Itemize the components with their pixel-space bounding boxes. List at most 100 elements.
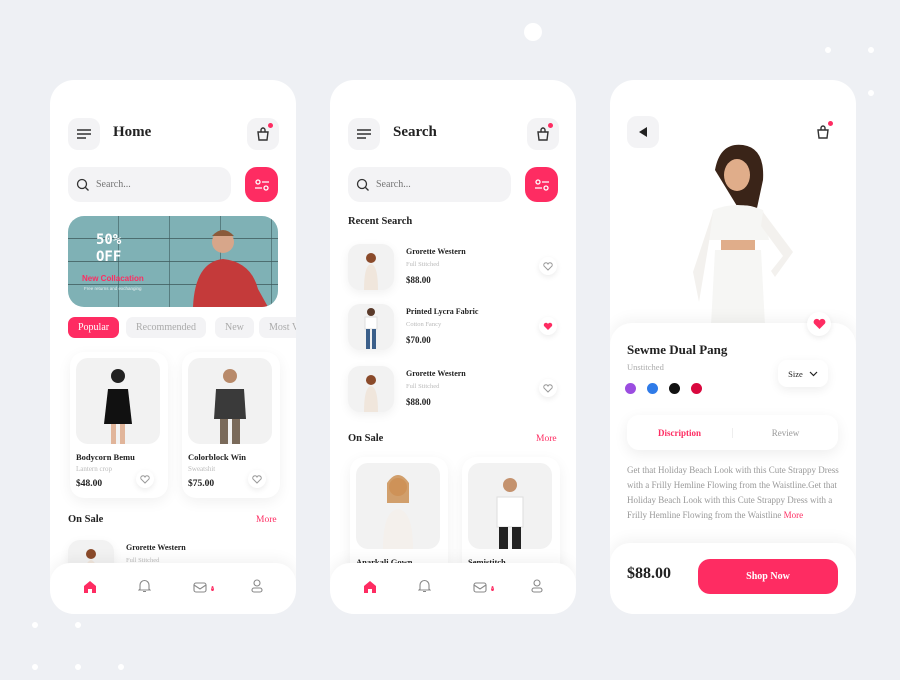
color-swatch[interactable] [625, 383, 636, 394]
home-icon [83, 580, 96, 593]
shopping-bag-icon [537, 127, 549, 141]
search-input[interactable] [96, 179, 216, 190]
product-subtitle: Full Stitched [406, 261, 440, 268]
back-arrow-icon [639, 127, 647, 137]
decor-dot [868, 47, 874, 53]
heart-icon [543, 383, 553, 393]
search-bar[interactable] [68, 167, 231, 202]
chip-most-viewed[interactable]: Most V [259, 317, 296, 338]
menu-icon [357, 129, 371, 139]
product-name: Sewme Dual Pang [627, 342, 728, 357]
product-card[interactable]: Colorblock Win Sweatshit $75.00 [182, 352, 280, 498]
nav-profile[interactable] [251, 579, 263, 598]
product-subtitle: Unstitched [627, 362, 664, 372]
decor-dot [75, 622, 81, 628]
product-price: $88.00 [627, 565, 671, 582]
favorite-button[interactable] [539, 379, 557, 397]
product-description: Get that Holiday Beach Look with this Cu… [627, 463, 841, 523]
filter-button[interactable] [525, 167, 558, 202]
promo-banner[interactable]: 50% OFF New Collacation Free returns and… [68, 216, 278, 307]
on-sale-heading: On Sale [348, 433, 384, 444]
recent-item[interactable]: Grorette Western Full Stitched $88.00 [348, 366, 558, 414]
decor-dot [75, 664, 81, 670]
heart-icon [140, 474, 150, 484]
tab-review[interactable]: Review [733, 428, 838, 438]
product-name: Printed Lycra Fabric [406, 307, 479, 316]
on-sale-more-link[interactable]: More [536, 434, 557, 444]
on-sale-more-link[interactable]: More [256, 515, 277, 525]
nav-notifications[interactable] [138, 579, 152, 598]
banner-model-image [193, 230, 268, 307]
nav-home[interactable] [83, 580, 97, 598]
favorite-button-active[interactable] [539, 317, 557, 335]
decor-dot [32, 622, 38, 628]
chip-recommended[interactable]: Recommended [126, 317, 206, 338]
chip-popular[interactable]: Popular [68, 317, 120, 338]
favorite-button[interactable] [136, 470, 154, 488]
tab-description[interactable]: Discription [627, 427, 733, 438]
filter-button[interactable] [245, 167, 278, 202]
product-subtitle: Full Stitched [406, 383, 440, 390]
menu-button[interactable] [68, 118, 100, 150]
cart-button[interactable] [807, 116, 839, 148]
recent-item[interactable]: Printed Lycra Fabric Cotton Fancy $70.00 [348, 304, 558, 352]
messages-badge: 0 [491, 585, 494, 591]
back-button[interactable] [627, 116, 659, 148]
favorite-button-active[interactable] [807, 312, 831, 336]
user-icon [251, 579, 263, 593]
shop-now-button[interactable]: Shop Now [698, 559, 838, 594]
product-price: $70.00 [406, 335, 431, 345]
product-card[interactable]: Bodycorn Bemu Lantern crop $48.00 [70, 352, 168, 498]
detail-tabs: Discription Review [627, 415, 838, 450]
product-image [364, 253, 378, 290]
chip-new[interactable]: New [215, 317, 254, 338]
cart-button[interactable] [527, 118, 559, 150]
cart-badge [268, 123, 273, 128]
product-image [383, 475, 413, 549]
product-model-image [693, 144, 793, 325]
nav-home[interactable] [363, 580, 377, 598]
product-name: Grorette Western [126, 543, 186, 552]
decor-dot [32, 664, 38, 670]
cart-button[interactable] [247, 118, 279, 150]
product-image [364, 375, 378, 412]
description-more-link[interactable]: More [784, 510, 804, 520]
banner-discount: 50% [96, 232, 122, 248]
favorite-button[interactable] [248, 470, 266, 488]
bell-icon [138, 579, 152, 593]
decor-dot [868, 90, 874, 96]
nav-messages[interactable]: 0 [193, 580, 214, 598]
messages-badge: 0 [211, 585, 214, 591]
page-title: Home [113, 124, 152, 140]
bottom-nav: 0 [330, 563, 576, 614]
decor-dot [825, 47, 831, 53]
search-screen: Search Recent Search Grorette Western Fu… [330, 80, 576, 614]
color-swatch[interactable] [669, 383, 680, 394]
nav-profile[interactable] [531, 579, 543, 598]
nav-messages[interactable]: 0 [473, 580, 494, 598]
product-card[interactable]: Semistitch [462, 457, 560, 577]
product-image [214, 369, 246, 444]
menu-icon [77, 129, 91, 139]
filter-icon [254, 178, 269, 191]
product-price: $88.00 [406, 275, 431, 285]
favorite-button[interactable] [539, 257, 557, 275]
size-dropdown[interactable]: Size [778, 360, 828, 387]
user-icon [531, 579, 543, 593]
heart-filled-icon [543, 322, 553, 330]
search-bar[interactable] [348, 167, 511, 202]
search-input[interactable] [376, 179, 496, 190]
bell-icon [418, 579, 432, 593]
product-name: Grorette Western [406, 369, 466, 378]
menu-button[interactable] [348, 118, 380, 150]
heart-icon [252, 474, 262, 484]
color-swatch[interactable] [647, 383, 658, 394]
recent-item[interactable]: Grorette Western Full Stitched $88.00 [348, 244, 558, 292]
color-swatch[interactable] [691, 383, 702, 394]
nav-notifications[interactable] [418, 579, 432, 598]
product-card[interactable]: Anarkali Gown [350, 457, 448, 577]
shopping-bag-icon [817, 125, 829, 139]
size-label: Size [788, 368, 803, 379]
home-icon [363, 580, 376, 593]
product-name: Grorette Western [406, 247, 466, 256]
